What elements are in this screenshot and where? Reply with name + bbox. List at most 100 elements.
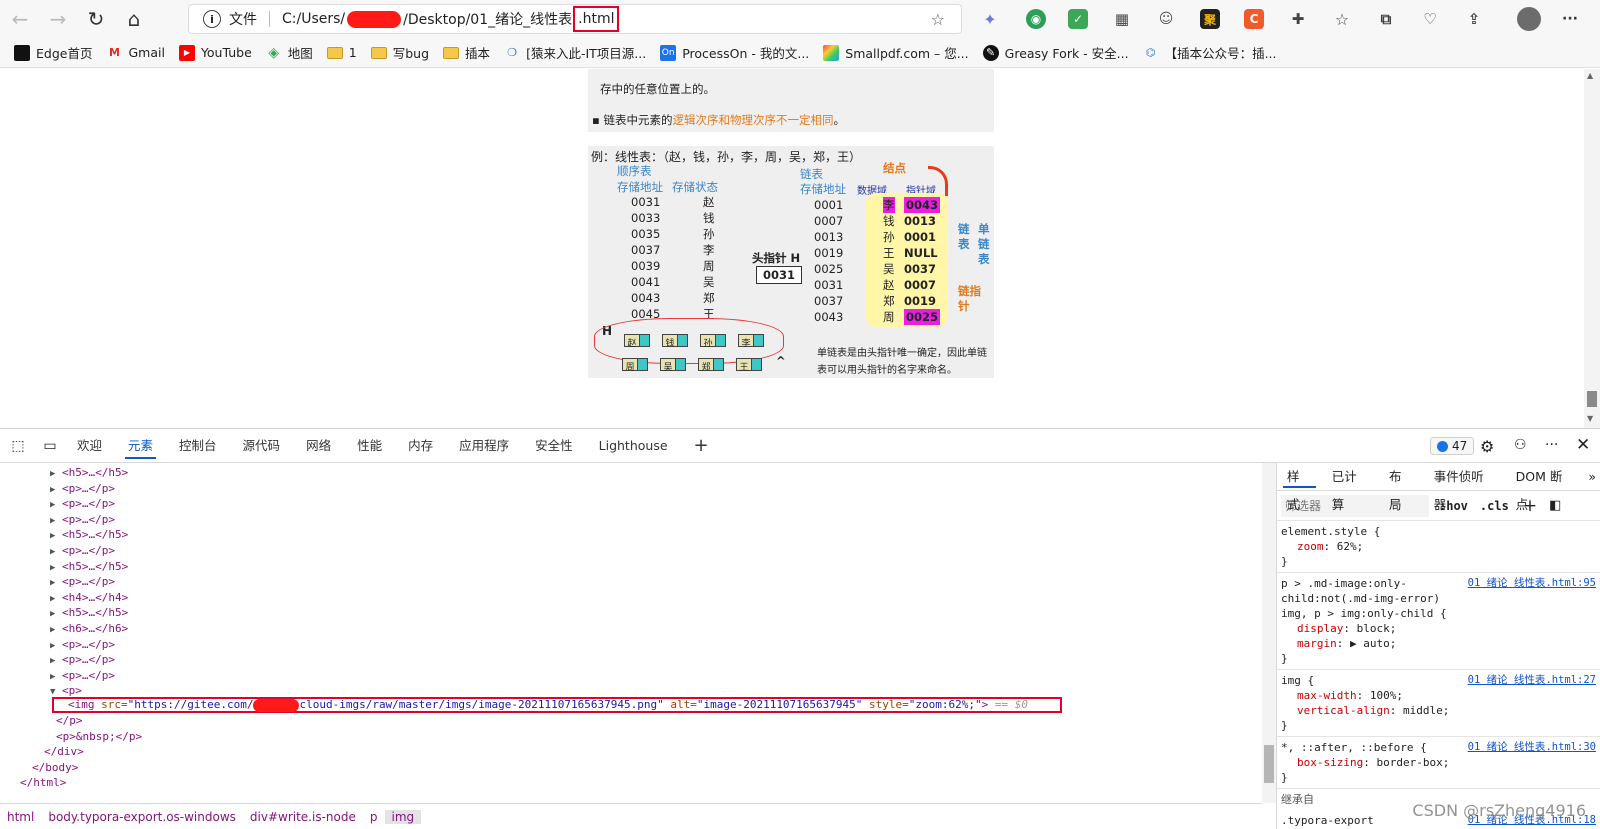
more-tabs-icon[interactable]: »: [1584, 463, 1600, 491]
expand-triangle-icon[interactable]: ▶: [50, 622, 62, 638]
globe-icon[interactable]: ◉: [1026, 9, 1046, 29]
address-bar[interactable]: i 文件 C:/Users/ /Desktop/01_绪论_线性表 .html …: [188, 4, 962, 34]
expand-triangle-icon[interactable]: ▶: [50, 482, 62, 498]
tab-performance[interactable]: 性能: [344, 429, 395, 463]
device-toolbar-icon[interactable]: ▭: [36, 438, 64, 454]
issues-badge[interactable]: 47: [1430, 437, 1475, 455]
breadcrumb-body[interactable]: body.typora-export.os-windows: [41, 810, 243, 824]
dom-node[interactable]: ▶ <p>…</p>: [50, 512, 115, 528]
dom-node[interactable]: ▶ <h5>…</h5>: [50, 527, 128, 543]
expand-triangle-icon[interactable]: ▶: [50, 466, 62, 482]
tab-computed[interactable]: 已计算: [1322, 463, 1379, 512]
avatar[interactable]: [1517, 7, 1541, 31]
bookmark-greasyfork[interactable]: ✎ Greasy Fork - 安全...: [982, 43, 1129, 62]
bookmark-gongzhonghao[interactable]: ⌬ 【插本公众号：插...: [1143, 43, 1277, 62]
add-favorite-icon[interactable]: ☆: [931, 10, 945, 29]
bookmark-folder-chaben[interactable]: 插本: [443, 43, 490, 62]
reload-icon[interactable]: ↻: [78, 1, 114, 37]
expand-triangle-icon[interactable]: ▶: [50, 544, 62, 560]
dom-node[interactable]: ▶ <p>…</p>: [50, 574, 115, 590]
dom-scrollbar[interactable]: [1262, 463, 1276, 803]
performance-icon[interactable]: ♡: [1420, 9, 1440, 29]
expand-triangle-icon[interactable]: ▶: [50, 669, 62, 685]
bookmark-smallpdf[interactable]: Smallpdf.com – 您...: [823, 43, 969, 62]
dom-node[interactable]: ▶ <h4>…</h4>: [50, 590, 128, 606]
tab-console[interactable]: 控制台: [166, 429, 230, 463]
style-property[interactable]: margin: ▶ auto;: [1281, 636, 1596, 651]
dom-node[interactable]: <p>&nbsp;</p>: [56, 729, 142, 745]
rule-source-link[interactable]: 01 绪论 线性表.html:27: [1468, 673, 1596, 688]
dom-node[interactable]: ▶ <h5>…</h5>: [50, 559, 128, 575]
expand-triangle-icon[interactable]: ▶: [50, 560, 62, 576]
bookmark-edge[interactable]: Edge首页: [14, 43, 92, 62]
scrollbar-thumb[interactable]: [1587, 391, 1597, 407]
url-text[interactable]: C:/Users/ /Desktop/01_绪论_线性表 .html: [282, 6, 620, 32]
style-property[interactable]: display: block;: [1281, 621, 1596, 636]
puzzle-icon[interactable]: ✚: [1288, 9, 1308, 29]
robot-icon[interactable]: ☺: [1156, 9, 1176, 29]
breadcrumb-p[interactable]: p: [363, 810, 385, 824]
bookmark-processon[interactable]: On ProcessOn - 我的文...: [660, 43, 809, 62]
bookmark-youtube[interactable]: ▶ YouTube: [178, 44, 252, 61]
rule-source-link[interactable]: 01 绪论 线性表.html:95: [1468, 576, 1596, 591]
dom-tree[interactable]: ▶ <h5>…</h5> ▶ <p>…</p> ▶ <p>…</p> ▶ <p>…</p> ▶ <…: [0, 463, 1262, 803]
style-property[interactable]: vertical-align: middle;: [1281, 703, 1596, 718]
dom-node[interactable]: </body>: [32, 760, 78, 776]
close-icon[interactable]: ✕: [1576, 435, 1590, 455]
tab-sources[interactable]: 源代码: [230, 429, 294, 463]
scroll-up-icon[interactable]: ▲: [1587, 71, 1593, 80]
shield-icon[interactable]: ✓: [1068, 9, 1088, 29]
tab-network[interactable]: 网络: [293, 429, 344, 463]
dom-node[interactable]: ▶ <p>…</p>: [50, 652, 115, 668]
expand-triangle-icon[interactable]: ▶: [50, 606, 62, 622]
expand-triangle-icon[interactable]: ▶: [50, 638, 62, 654]
back-arrow-icon[interactable]: ←: [2, 1, 38, 37]
scrollbar-thumb[interactable]: [1264, 745, 1274, 783]
tab-memory[interactable]: 内存: [395, 429, 446, 463]
dom-node[interactable]: ▶ <h5>…</h5>: [50, 605, 128, 621]
attr-src-value[interactable]: "https://gitee.com/: [128, 698, 254, 711]
expand-triangle-icon[interactable]: ▶: [50, 528, 62, 544]
expand-triangle-icon[interactable]: ▶: [50, 591, 62, 607]
dom-node[interactable]: </div>: [44, 744, 84, 760]
expand-triangle-icon[interactable]: ▶: [50, 653, 62, 669]
attr-src-value[interactable]: cloud-imgs/raw/master/imgs/image-2021110…: [299, 698, 663, 711]
dom-node[interactable]: </p>: [56, 713, 83, 729]
style-property[interactable]: box-sizing: border-box;: [1281, 755, 1596, 770]
tab-layout[interactable]: 布局: [1379, 463, 1424, 512]
share-icon[interactable]: ⇪: [1464, 9, 1484, 29]
inspect-icon[interactable]: ⬚: [0, 438, 36, 454]
rule-selector[interactable]: element.style {: [1281, 524, 1596, 539]
cls-toggle[interactable]: .cls: [1480, 499, 1509, 513]
bookmark-folder-1[interactable]: 1: [326, 45, 357, 61]
expand-triangle-icon[interactable]: ▶: [50, 575, 62, 591]
feather-icon[interactable]: ✦: [980, 9, 1000, 29]
ju-icon[interactable]: 聚: [1200, 9, 1220, 29]
more-options-icon[interactable]: ···: [1545, 437, 1558, 453]
page-scrollbar[interactable]: ▲ ▼: [1584, 69, 1600, 428]
c-icon[interactable]: C: [1244, 9, 1264, 29]
bookmark-maps[interactable]: ◈ 地图: [266, 43, 312, 62]
tab-application[interactable]: 应用程序: [446, 429, 522, 463]
styles-filter-input[interactable]: [1281, 494, 1429, 517]
collections-icon[interactable]: ⧉: [1376, 9, 1396, 29]
home-icon[interactable]: ⌂: [116, 1, 152, 37]
expand-triangle-icon[interactable]: ▶: [50, 497, 62, 513]
qr-icon[interactable]: ▦: [1112, 9, 1132, 29]
breadcrumb-div[interactable]: div#write.is-node: [243, 810, 363, 824]
settings-gear-icon[interactable]: ⚙: [1480, 437, 1494, 456]
dom-node[interactable]: ▶ <h6>…</h6>: [50, 621, 128, 637]
more-icon[interactable]: ···: [1560, 9, 1580, 29]
tab-security[interactable]: 安全性: [522, 429, 586, 463]
dom-node[interactable]: ▶ <h5>…</h5>: [50, 465, 128, 481]
toggle-sidebar-icon[interactable]: ◧: [1549, 498, 1561, 513]
dom-node[interactable]: </html>: [20, 775, 66, 791]
dom-node[interactable]: ▶ <p>…</p>: [50, 543, 115, 559]
tab-welcome[interactable]: 欢迎: [64, 429, 115, 463]
bookmark-gmail[interactable]: M Gmail: [106, 45, 165, 61]
feedback-icon[interactable]: ⚇: [1514, 437, 1527, 453]
favorites-icon[interactable]: ☆: [1332, 9, 1352, 29]
dom-node[interactable]: ▶ <p>…</p>: [50, 668, 115, 684]
tab-styles[interactable]: 样式: [1277, 463, 1322, 512]
info-icon[interactable]: i: [203, 10, 221, 28]
